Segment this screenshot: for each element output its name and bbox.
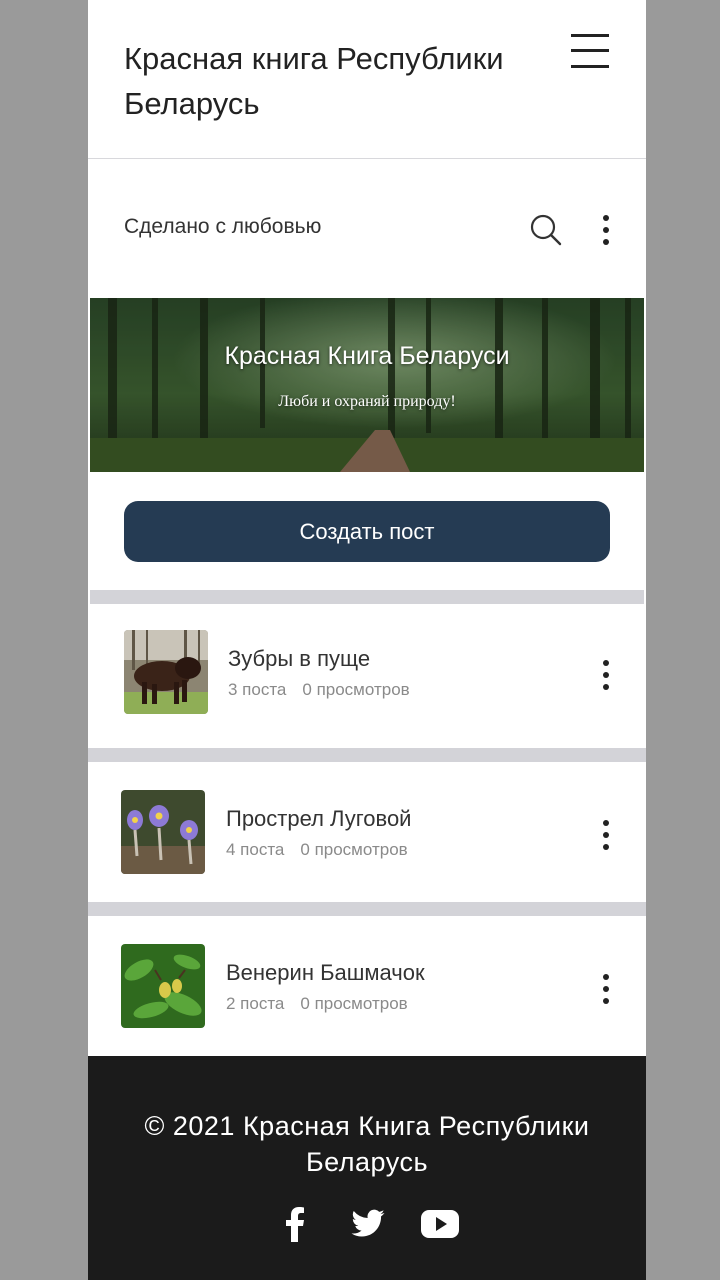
category-name: Венерин Башмачок — [226, 960, 425, 985]
ladys-slipper-photo — [121, 944, 205, 1028]
search-icon[interactable] — [528, 212, 564, 248]
twitter-icon[interactable] — [350, 1206, 386, 1242]
copyright-text: © 2021 Красная Книга Республики Беларусь — [144, 1111, 590, 1177]
view-count: 0 просмотров — [300, 840, 408, 859]
separator — [88, 748, 646, 762]
site-header: Красная книга Республики Беларусь — [88, 0, 646, 159]
blog-tagline: Сделано с любовью — [124, 215, 322, 238]
post-count: 4 поста — [226, 840, 285, 859]
site-title: Красная книга Республики Беларусь — [124, 41, 504, 121]
bison-photo — [124, 630, 208, 714]
category-name: Зубры в пуще — [228, 646, 371, 671]
forest-background-image — [90, 298, 644, 472]
separator — [88, 902, 646, 916]
category-name: Прострел Луговой — [226, 806, 412, 831]
facebook-icon[interactable] — [282, 1206, 306, 1242]
category-item[interactable]: Зубры в пуще 3 поста 0 просмотров — [88, 604, 646, 748]
view-count: 0 просмотров — [302, 680, 410, 699]
hero-banner: Красная Книга Беларуси Люби и охраняй пр… — [90, 298, 644, 472]
category-stats: 4 поста 0 просмотров — [226, 840, 424, 860]
view-count: 0 просмотров — [300, 994, 408, 1013]
post-count: 3 поста — [228, 680, 287, 699]
post-count: 2 поста — [226, 994, 285, 1013]
banner-subtitle: Люби и охраняй природу! — [278, 393, 456, 410]
youtube-icon[interactable] — [420, 1206, 460, 1242]
create-post-button[interactable]: Создать пост — [124, 501, 610, 562]
separator — [90, 590, 644, 604]
more-vertical-icon[interactable] — [594, 656, 618, 694]
more-vertical-icon[interactable] — [594, 970, 618, 1008]
hamburger-menu-icon[interactable] — [570, 32, 610, 70]
category-stats: 3 поста 0 просмотров — [228, 680, 426, 700]
banner-title: Красная Книга Беларуси — [224, 342, 510, 370]
category-stats: 2 поста 0 просмотров — [226, 994, 424, 1014]
app-page: Красная книга Республики Беларусь Сделан… — [88, 0, 646, 1280]
blog-toolbar: Сделано с любовью — [88, 159, 646, 299]
category-item[interactable]: Прострел Луговой 4 поста 0 просмотров — [88, 762, 646, 906]
category-item[interactable]: Венерин Башмачок 2 поста 0 просмотров — [88, 916, 646, 1060]
more-vertical-icon[interactable] — [594, 816, 618, 854]
site-footer: © 2021 Красная Книга Республики Беларусь — [88, 1056, 646, 1280]
pasqueflower-photo — [121, 790, 205, 874]
more-vertical-icon[interactable] — [594, 211, 618, 249]
